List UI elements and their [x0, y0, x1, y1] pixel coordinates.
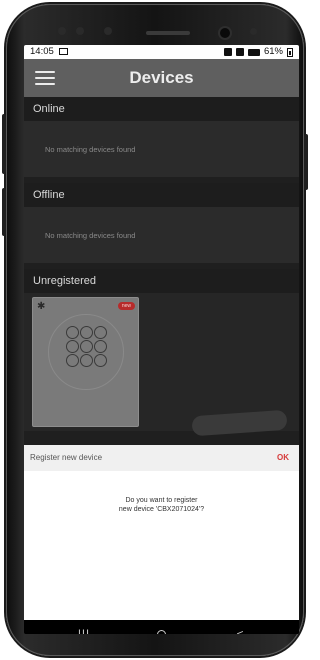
- dialog-message: Do you want to register new device 'CBX2…: [24, 496, 299, 514]
- bluetooth-icon: ✱: [37, 301, 46, 312]
- new-badge: new: [117, 302, 135, 310]
- device-card[interactable]: ✱ new: [32, 297, 139, 427]
- battery-percent: 61%: [263, 46, 283, 57]
- empty-state-text: No matching devices found: [45, 145, 136, 154]
- volume-button: [2, 114, 6, 174]
- section-header-offline: Offline: [24, 183, 299, 207]
- battery-icon: [287, 47, 293, 57]
- dialog-header: Register new device OK: [24, 445, 299, 471]
- status-bar: 14:05 61%: [24, 45, 299, 59]
- sensor: [104, 27, 112, 35]
- signal-icon: [247, 48, 260, 56]
- dialog-message-line-2: new device 'CBX2071024'?: [118, 506, 205, 513]
- section-online: No matching devices found: [24, 121, 299, 177]
- screen: 14:05 61% Devices Online No matching dev…: [24, 45, 299, 634]
- section-header-unregistered: Unregistered: [24, 269, 299, 293]
- section-offline: No matching devices found: [24, 207, 299, 263]
- status-time: 14:05: [30, 46, 54, 57]
- app-bar: Devices: [24, 59, 299, 97]
- mute-icon: [235, 48, 244, 56]
- back-button[interactable]: <: [230, 620, 250, 634]
- earpiece-speaker: [146, 31, 190, 35]
- ok-button[interactable]: OK: [277, 445, 289, 471]
- power-button: [304, 134, 308, 190]
- register-dialog: Register new device OK Do you want to re…: [24, 445, 299, 620]
- sensor: [76, 27, 84, 35]
- dialog-title: Register new device: [30, 453, 103, 462]
- home-button[interactable]: [157, 630, 166, 634]
- front-camera: [220, 28, 230, 38]
- keypad-icon: [66, 326, 108, 368]
- bixby-button: [2, 188, 6, 236]
- image-notification-icon: [59, 48, 68, 55]
- devices-screen: Devices Online No matching devices found…: [24, 59, 299, 634]
- navigation-bar: ||| <: [24, 620, 299, 634]
- empty-state-text: No matching devices found: [45, 231, 136, 240]
- recents-button[interactable]: |||: [72, 620, 96, 634]
- section-unregistered: ✱ new: [24, 293, 299, 437]
- sensor: [250, 28, 257, 35]
- sensor: [58, 27, 66, 35]
- door-handle-image: [191, 409, 288, 437]
- page-title: Devices: [129, 68, 194, 87]
- alarm-icon: [223, 48, 232, 56]
- status-indicators: 61%: [223, 45, 293, 59]
- section-header-online: Online: [24, 97, 299, 121]
- dialog-message-line-1: Do you want to register: [125, 497, 198, 504]
